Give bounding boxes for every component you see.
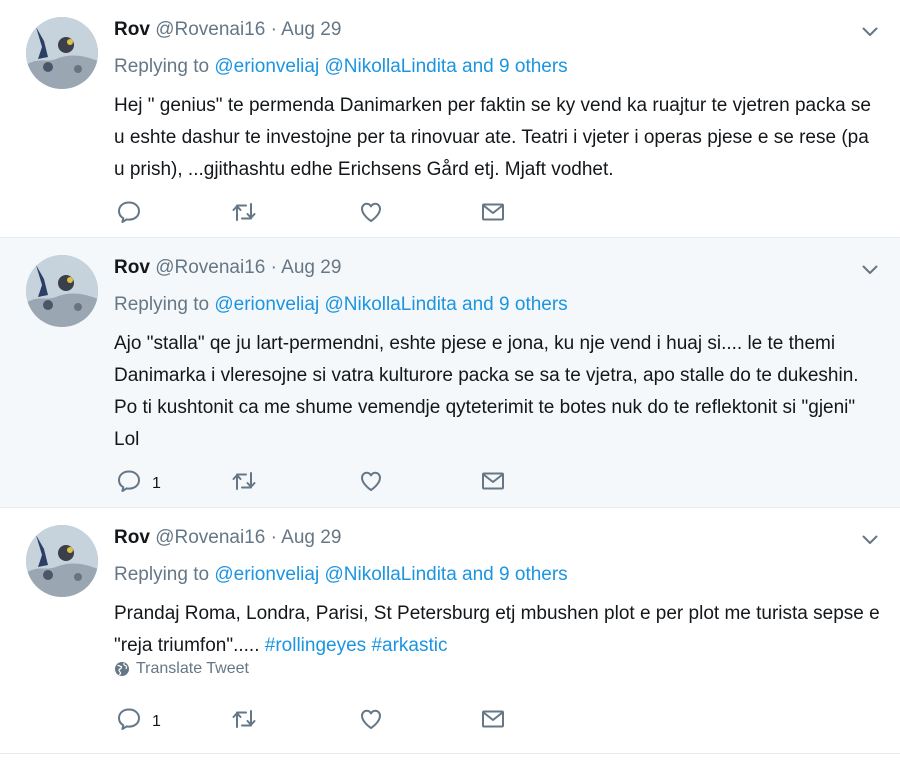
retweet-icon: [231, 199, 257, 225]
tweet-date[interactable]: Aug 29: [281, 257, 341, 278]
translate-label: Translate Tweet: [136, 660, 249, 677]
chevron-down-icon[interactable]: [860, 260, 880, 280]
envelope-icon: [480, 199, 506, 225]
chevron-down-icon[interactable]: [860, 530, 880, 550]
like-button[interactable]: [358, 705, 384, 733]
envelope-icon: [480, 706, 506, 732]
tweet-text: Hej " genius" te permenda Danimarken per…: [114, 95, 871, 180]
envelope-icon: [480, 468, 506, 494]
replying-prefix: Replying to: [114, 294, 210, 315]
translate-tweet-button[interactable]: Translate Tweet: [114, 660, 249, 678]
direct-message-button[interactable]: [480, 467, 506, 495]
separator: ·: [270, 257, 277, 278]
hashtag-link[interactable]: #arkastic: [371, 635, 447, 656]
hashtag-link[interactable]: #rollingeyes: [265, 635, 366, 656]
chevron-down-icon[interactable]: [860, 22, 880, 42]
tweet-header: Rov @Rovenai16 · Aug 29: [114, 17, 341, 43]
retweet-button[interactable]: [231, 467, 257, 495]
mention-link[interactable]: @erionveliaj: [214, 564, 319, 585]
direct-message-button[interactable]: [480, 705, 506, 733]
replying-to: Replying to @erionveliaj @NikollaLindita…: [114, 562, 568, 588]
reply-count: 1: [152, 713, 161, 730]
tweet[interactable]: Rov @Rovenai16 · Aug 29 Replying to @eri…: [0, 238, 900, 508]
tweet[interactable]: Rov @Rovenai16 · Aug 29 Replying to @eri…: [0, 508, 900, 754]
tweet-header: Rov @Rovenai16 · Aug 29: [114, 525, 341, 551]
like-button[interactable]: [358, 467, 384, 495]
reply-icon: [116, 706, 142, 732]
reply-icon: [116, 199, 142, 225]
heart-icon: [358, 468, 384, 494]
mention-link[interactable]: @NikollaLindita: [324, 56, 456, 77]
reply-count: 1: [152, 475, 161, 492]
replying-prefix: Replying to: [114, 564, 210, 585]
globe-icon: [114, 661, 130, 677]
avatar[interactable]: [26, 525, 98, 597]
heart-icon: [358, 706, 384, 732]
like-button[interactable]: [358, 198, 384, 226]
retweet-icon: [231, 706, 257, 732]
replying-prefix: Replying to: [114, 56, 210, 77]
others-link[interactable]: and 9 others: [462, 564, 568, 585]
tweet-header: Rov @Rovenai16 · Aug 29: [114, 255, 341, 281]
others-link[interactable]: and 9 others: [462, 56, 568, 77]
user-handle[interactable]: @Rovenai16: [155, 527, 265, 548]
user-handle[interactable]: @Rovenai16: [155, 257, 265, 278]
retweet-button[interactable]: [231, 198, 257, 226]
avatar[interactable]: [26, 17, 98, 89]
separator: ·: [270, 19, 277, 40]
separator: ·: [270, 527, 277, 548]
reply-button[interactable]: 1: [116, 705, 161, 733]
tweet-text: Prandaj Roma, Londra, Parisi, St Petersb…: [114, 598, 884, 662]
tweet-date[interactable]: Aug 29: [281, 527, 341, 548]
tweet[interactable]: Rov @Rovenai16 · Aug 29 Replying to @eri…: [0, 0, 900, 238]
avatar[interactable]: [26, 255, 98, 327]
others-link[interactable]: and 9 others: [462, 294, 568, 315]
tweet-text: Ajo "stalla" qe ju lart-permendni, eshte…: [114, 333, 859, 450]
retweet-button[interactable]: [231, 705, 257, 733]
reply-button[interactable]: [116, 198, 152, 226]
tweet-date[interactable]: Aug 29: [281, 19, 341, 40]
replying-to: Replying to @erionveliaj @NikollaLindita…: [114, 292, 568, 318]
user-name[interactable]: Rov: [114, 19, 150, 40]
mention-link[interactable]: @NikollaLindita: [324, 294, 456, 315]
tweet-text-body: Prandaj Roma, Londra, Parisi, St Petersb…: [114, 603, 880, 656]
retweet-icon: [231, 468, 257, 494]
reply-icon: [116, 468, 142, 494]
reply-button[interactable]: 1: [116, 467, 161, 495]
user-handle[interactable]: @Rovenai16: [155, 19, 265, 40]
mention-link[interactable]: @erionveliaj: [214, 56, 319, 77]
direct-message-button[interactable]: [480, 198, 506, 226]
user-name[interactable]: Rov: [114, 257, 150, 278]
replying-to: Replying to @erionveliaj @NikollaLindita…: [114, 54, 568, 80]
heart-icon: [358, 199, 384, 225]
mention-link[interactable]: @NikollaLindita: [324, 564, 456, 585]
user-name[interactable]: Rov: [114, 527, 150, 548]
mention-link[interactable]: @erionveliaj: [214, 294, 319, 315]
